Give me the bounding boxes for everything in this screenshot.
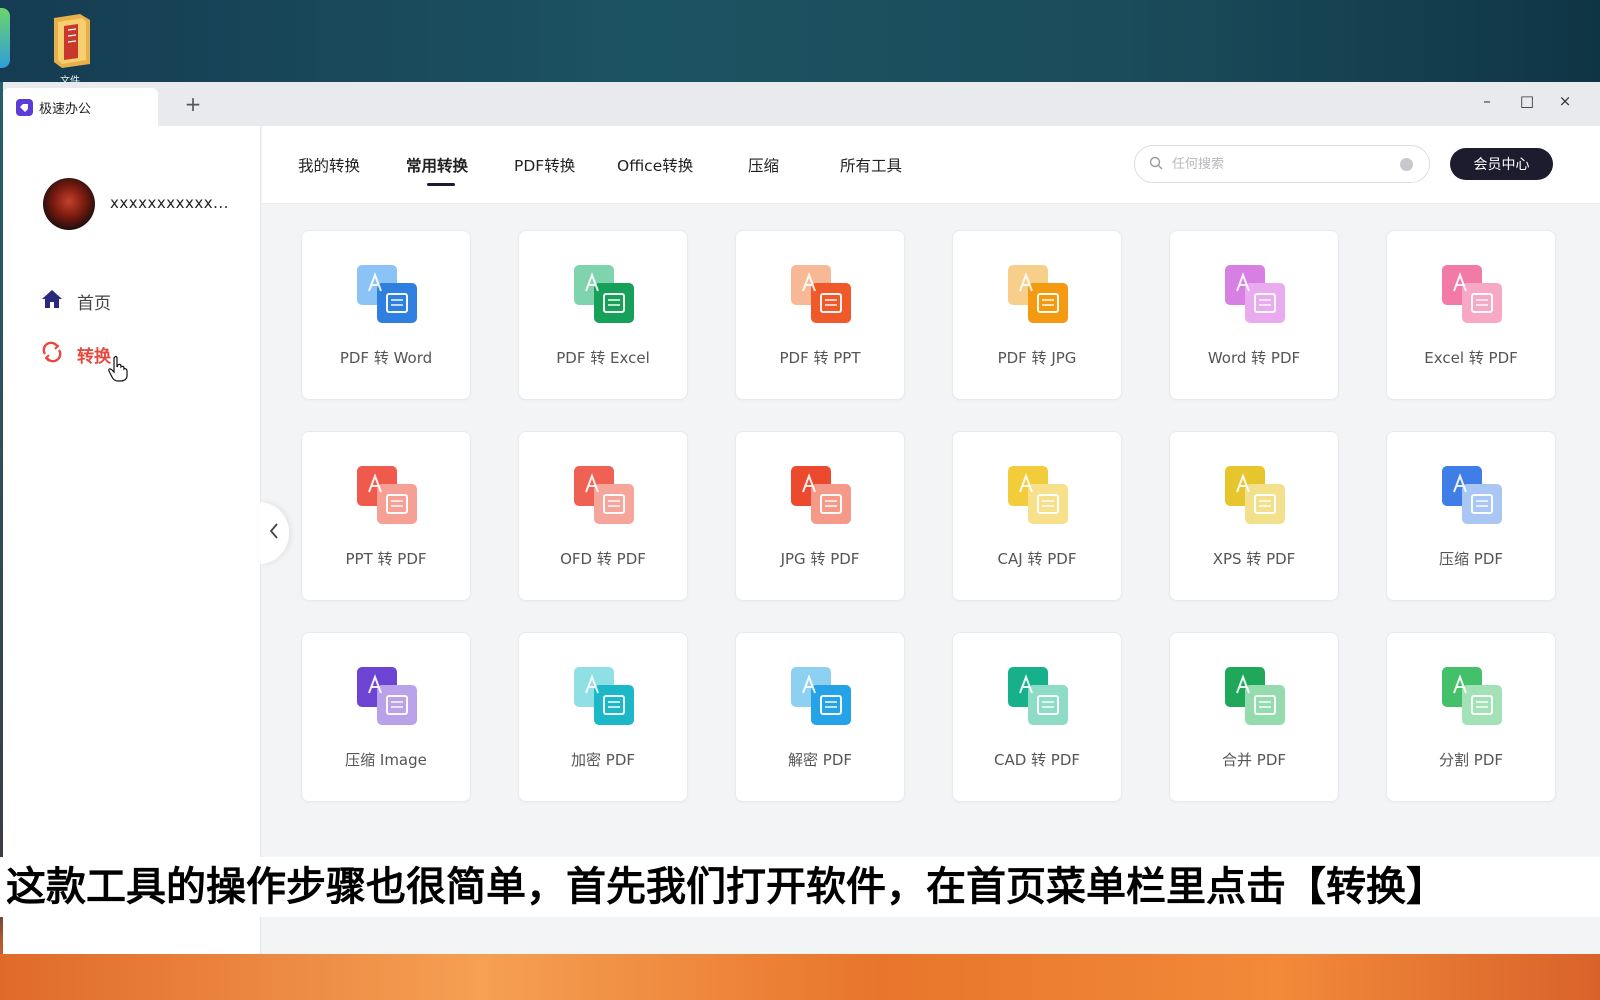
search-input[interactable] [1172,156,1382,172]
tool-card[interactable]: CAD 转 PDF [952,632,1122,802]
tool-card[interactable]: 合并 PDF [1169,632,1339,802]
minimize-button[interactable]: – [1477,92,1497,110]
tool-card-label: XPS 转 PDF [1212,550,1296,568]
sidebar-item-home[interactable]: 首页 [41,289,111,314]
compress-image-icon [355,665,419,727]
browser-tab[interactable]: 极速办公 [3,88,158,126]
sidebar-item-label: 首页 [77,294,111,314]
tool-card[interactable]: PDF 转 JPG [952,230,1122,400]
sidebar-item-label: 转换 [77,347,111,367]
tool-card-label: OFD 转 PDF [560,550,646,568]
tool-card[interactable]: OFD 转 PDF [518,431,688,601]
tab-compress[interactable]: 压缩 [748,154,779,176]
caj-to-pdf-icon [1006,464,1070,526]
word-to-pdf-icon [1223,263,1287,325]
tool-card-label: Word 转 PDF [1207,349,1301,367]
tab-my-conversions[interactable]: 我的转换 [298,154,360,176]
tool-card-label: 压缩 PDF [1439,550,1503,568]
tab-common-conversions[interactable]: 常用转换 [406,154,468,176]
tool-card-label: PDF 转 Word [339,349,433,367]
tool-card[interactable]: 压缩 PDF [1386,431,1556,601]
tool-card[interactable]: 加密 PDF [518,632,688,802]
tool-card-label: PDF 转 JPG [997,349,1077,367]
compress-pdf-icon [1440,464,1504,526]
desktop-folder-icon[interactable] [50,12,94,68]
avatar[interactable] [43,178,95,230]
username[interactable]: xxxxxxxxxxx... [110,194,229,212]
tool-card[interactable]: 压缩 Image [301,632,471,802]
search-icon [1149,155,1163,174]
tool-card-label: CAD 转 PDF [993,751,1081,769]
decrypt-pdf-icon [789,665,853,727]
tab-pdf-conversions[interactable]: PDF转换 [514,154,575,176]
tool-card[interactable]: PPT 转 PDF [301,431,471,601]
tool-card-label: 合并 PDF [1222,751,1286,769]
tool-card[interactable]: PDF 转 Word [301,230,471,400]
desktop-background [0,0,1600,82]
tool-card-label: PPT 转 PDF [345,550,427,568]
convert-icon [41,341,63,368]
tool-card-label: 分割 PDF [1439,751,1503,769]
cad-to-pdf-icon [1006,665,1070,727]
tool-card-label: JPG 转 PDF [780,550,860,568]
xps-to-pdf-icon [1223,464,1287,526]
pdf-to-excel-icon [572,263,636,325]
tool-card[interactable]: 分割 PDF [1386,632,1556,802]
new-tab-button[interactable]: + [181,92,205,116]
tool-card-label: 加密 PDF [571,751,635,769]
clear-search-icon[interactable] [1400,158,1413,171]
close-button[interactable]: × [1555,92,1575,110]
tool-card[interactable]: PDF 转 PPT [735,230,905,400]
tab-all-tools[interactable]: 所有工具 [840,154,902,176]
sidebar-item-convert[interactable]: 转换 [41,341,111,368]
maximize-button[interactable]: □ [1517,92,1537,110]
tool-card[interactable]: Excel 转 PDF [1386,230,1556,400]
main-content: 我的转换 常用转换 PDF转换 Office转换 压缩 所有工具 会员中心 PD… [262,126,1600,954]
hand-cursor-icon [108,355,128,386]
tool-card-label: 解密 PDF [788,751,852,769]
encrypt-pdf-icon [572,665,636,727]
member-center-button[interactable]: 会员中心 [1450,148,1553,180]
tab-title: 极速办公 [39,101,92,117]
search-box[interactable] [1134,145,1430,183]
jpg-to-pdf-icon [789,464,853,526]
excel-to-pdf-icon [1440,263,1504,325]
tool-card-label: CAJ 转 PDF [997,550,1077,568]
video-subtitle: 这款工具的操作步骤也很简单，首先我们打开软件，在首页菜单栏里点击【转换】 [0,857,1600,917]
tool-card[interactable]: CAJ 转 PDF [952,431,1122,601]
ofd-to-pdf-icon [572,464,636,526]
home-icon [41,289,63,314]
tool-card[interactable]: 解密 PDF [735,632,905,802]
tool-card-label: PDF 转 Excel [556,349,650,367]
sidebar: xxxxxxxxxxx... 首页 转换 [3,126,261,954]
ppt-to-pdf-icon [355,464,419,526]
active-tab-indicator [427,183,455,186]
tool-card-label: PDF 转 PPT [779,349,861,367]
pdf-to-ppt-icon [789,263,853,325]
app-window: 极速办公 + – □ × xxxxxxxxxxx... 首页 转换 我的转换 常… [3,82,1600,954]
desktop-background-bottom [0,954,1600,1000]
app-logo-icon [16,98,33,116]
tab-office-conversions[interactable]: Office转换 [617,154,693,176]
tool-card-label: Excel 转 PDF [1424,349,1518,367]
tool-card[interactable]: PDF 转 Excel [518,230,688,400]
pdf-to-word-icon [355,263,419,325]
tool-grid: PDF 转 Word PDF 转 Excel PDF 转 PPT PDF 转 JPG W… [301,230,1556,802]
title-bar: 极速办公 + – □ × [3,82,1600,126]
desktop-app-icon[interactable] [0,8,10,68]
tool-card-label: 压缩 Image [345,751,427,769]
tool-card[interactable]: JPG 转 PDF [735,431,905,601]
tool-card[interactable]: Word 转 PDF [1169,230,1339,400]
top-nav: 我的转换 常用转换 PDF转换 Office转换 压缩 所有工具 会员中心 [262,126,1600,204]
pdf-to-jpg-icon [1006,263,1070,325]
tool-card[interactable]: XPS 转 PDF [1169,431,1339,601]
split-pdf-icon [1440,665,1504,727]
merge-pdf-icon [1223,665,1287,727]
